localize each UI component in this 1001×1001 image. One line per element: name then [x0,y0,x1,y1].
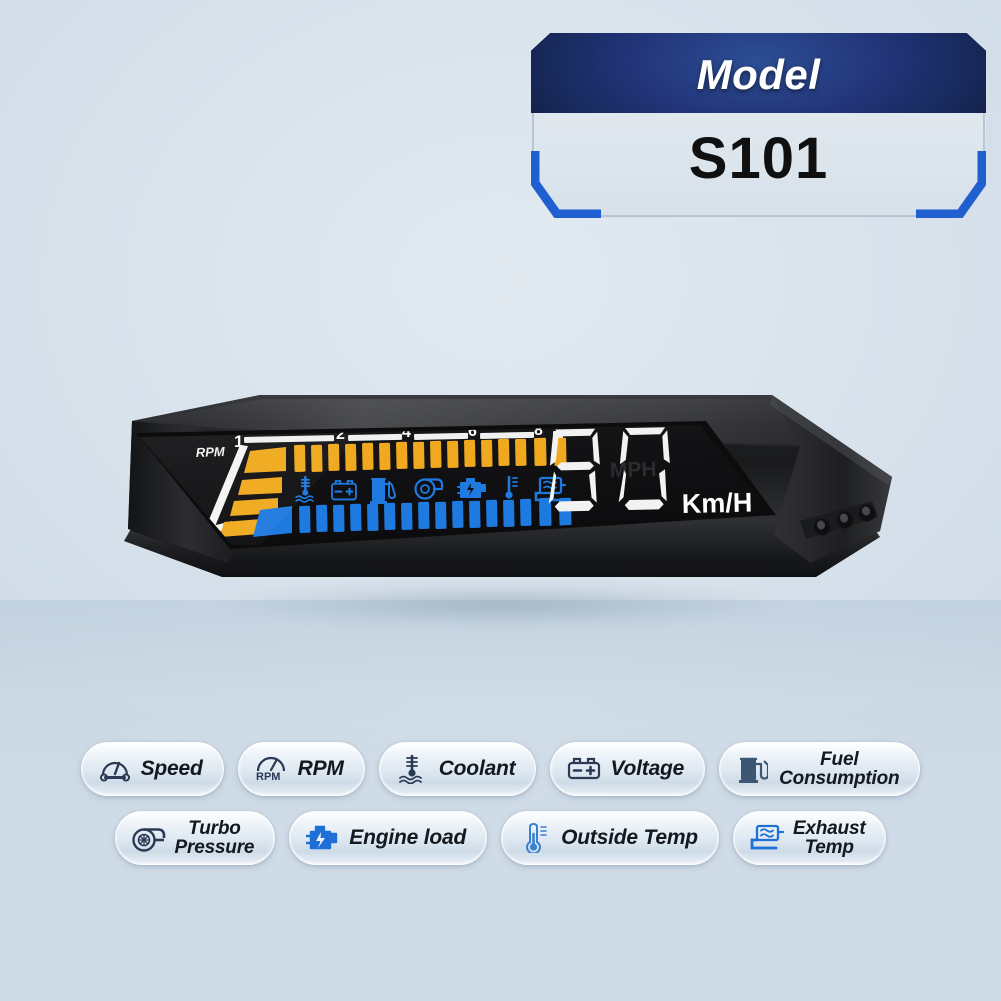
feature-pill-fuel-consumption[interactable]: Fuel Consumption [719,742,921,796]
feature-pill-turbo-pressure[interactable]: Turbo Pressure [114,811,276,865]
svg-text:MPH: MPH [610,458,657,482]
battery-voltage-icon [567,752,601,786]
feature-pill-rpm[interactable]: RPM RPM [237,742,365,796]
feature-label: Exhaust Temp [792,817,866,858]
feature-pill-engine-load[interactable]: Engine load [289,811,488,865]
feature-label: Coolant [438,757,516,781]
feature-label: Voltage [610,757,685,781]
feature-label: Fuel Consumption [779,748,900,789]
feature-label: Engine load [349,826,467,850]
outside-temp-icon [518,821,552,855]
speedometer-icon [98,752,132,786]
feature-label: Speed [140,757,203,781]
feature-pill-exhaust-temp[interactable]: Exhaust Temp [732,811,887,865]
model-number-label: S101 [688,126,829,191]
feature-pill-voltage[interactable]: Voltage [550,742,706,796]
hud-device: RPM 1 0 2 4 6 8 [110,385,910,625]
feature-list: Speed RPM RPM Coolant Voltage Fuel Consu… [0,742,1001,865]
model-badge-header-label: Model [696,51,821,98]
fuel-pump-icon [736,752,770,786]
feature-label: RPM [297,757,344,781]
feature-pill-outside-temp[interactable]: Outside Temp [501,811,719,865]
svg-text:Km/H: Km/H [681,488,752,519]
feature-pill-coolant[interactable]: Coolant [378,742,537,796]
coolant-temp-icon [396,752,430,786]
feature-label: Turbo Pressure [174,817,255,858]
exhaust-temp-icon [750,821,784,855]
svg-text:RPM: RPM [256,771,280,782]
rpm-gauge-icon: RPM [255,752,289,786]
feature-row-1: Speed RPM RPM Coolant Voltage Fuel Consu… [0,742,1001,796]
feature-label: Outside Temp [561,826,698,850]
engine-load-icon [306,821,340,855]
feature-pill-speed[interactable]: Speed [80,742,224,796]
model-badge: Model S101 [531,33,986,218]
feature-row-2: Turbo Pressure Engine load Outside Temp … [0,811,1001,865]
turbo-icon [131,821,166,855]
